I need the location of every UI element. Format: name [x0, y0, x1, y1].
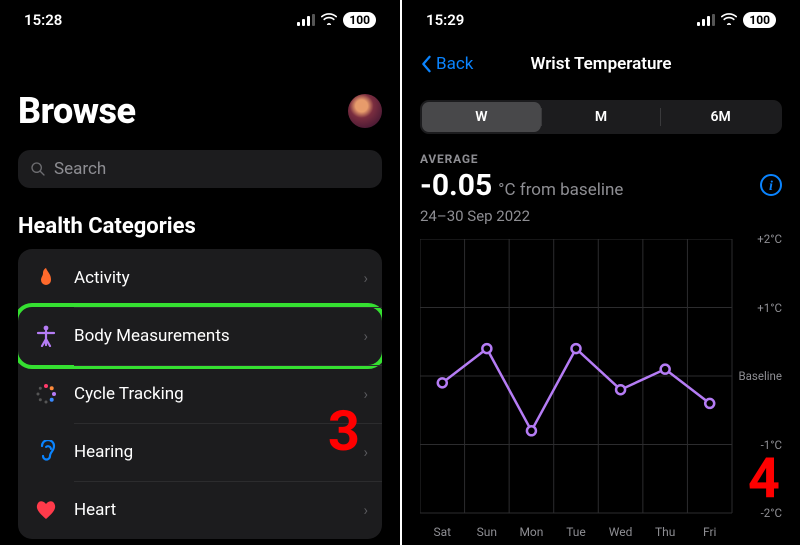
- x-axis-tick: Sun: [477, 525, 497, 539]
- category-label: Heart: [74, 500, 363, 520]
- x-axis-tick: Thu: [655, 525, 675, 539]
- average-unit: °C from baseline: [498, 180, 623, 200]
- category-label: Hearing: [74, 442, 363, 462]
- x-axis-tick: Tue: [566, 525, 586, 539]
- status-right: 100: [297, 11, 376, 29]
- battery-indicator: 100: [343, 12, 376, 28]
- nav-title: Wrist Temperature: [530, 54, 671, 74]
- status-time: 15:28: [24, 11, 62, 29]
- back-label: Back: [436, 54, 473, 74]
- signal-icon: [297, 14, 315, 26]
- profile-avatar[interactable]: [348, 94, 382, 128]
- time-range-segmented-control[interactable]: W M 6M: [420, 100, 782, 134]
- page-title: Browse: [18, 90, 136, 132]
- wifi-icon: [321, 11, 337, 29]
- chevron-right-icon: ›: [363, 443, 368, 461]
- chevron-right-icon: ›: [363, 327, 368, 345]
- svg-text:i: i: [769, 179, 773, 194]
- flame-icon: [32, 267, 60, 289]
- ear-icon: [32, 440, 60, 464]
- browse-screen: 15:28 100 Browse Search Health Categorie…: [0, 0, 400, 545]
- temperature-chart[interactable]: +2°C+1°CBaseline-1°C-2°CSatSunMonTueWedT…: [420, 239, 782, 539]
- y-axis-tick: +1°C: [757, 301, 782, 315]
- average-value: -0.05: [420, 168, 492, 203]
- x-axis-tick: Wed: [609, 525, 633, 539]
- x-axis-tick: Mon: [519, 525, 543, 539]
- segment-week[interactable]: W: [422, 102, 541, 132]
- category-list: Activity › Body Measurements ›: [18, 249, 382, 539]
- category-heart[interactable]: Heart ›: [18, 481, 382, 539]
- average-label: AVERAGE: [420, 152, 782, 166]
- wrist-temperature-screen: 15:29 100 Back Wrist Temperature W M 6M …: [400, 0, 800, 545]
- category-body-measurements[interactable]: Body Measurements ›: [18, 307, 382, 365]
- x-axis-tick: Sat: [433, 525, 451, 539]
- search-placeholder: Search: [54, 159, 106, 179]
- signal-icon: [697, 14, 715, 26]
- search-input[interactable]: Search: [18, 150, 382, 188]
- segment-month[interactable]: M: [542, 102, 661, 132]
- average-summary: AVERAGE -0.05 °C from baseline 24–30 Sep…: [420, 152, 782, 225]
- annotation-step-number: 4: [748, 445, 780, 511]
- body-icon: [32, 325, 60, 347]
- x-axis-tick: Fri: [703, 525, 716, 539]
- back-button[interactable]: Back: [420, 54, 473, 74]
- date-range: 24–30 Sep 2022: [420, 207, 782, 225]
- info-button[interactable]: i: [760, 174, 782, 196]
- status-time: 15:29: [426, 11, 464, 29]
- annotation-step-number: 3: [328, 398, 360, 464]
- cycle-icon: [32, 383, 60, 405]
- segment-six-months[interactable]: 6M: [661, 102, 780, 132]
- status-right: 100: [697, 11, 776, 29]
- search-icon: [30, 161, 46, 177]
- category-label: Cycle Tracking: [74, 384, 363, 404]
- y-axis-tick: +2°C: [757, 232, 782, 246]
- heart-icon: [32, 500, 60, 520]
- wifi-icon: [721, 11, 737, 29]
- chevron-right-icon: ›: [363, 269, 368, 287]
- section-title: Health Categories: [18, 214, 382, 239]
- status-bar: 15:28 100: [18, 0, 382, 40]
- chevron-left-icon: [420, 55, 432, 73]
- status-bar: 15:29 100: [420, 0, 782, 40]
- category-activity[interactable]: Activity ›: [18, 249, 382, 307]
- y-axis-tick: Baseline: [739, 369, 783, 383]
- battery-indicator: 100: [743, 12, 776, 28]
- chevron-right-icon: ›: [363, 385, 368, 403]
- chevron-right-icon: ›: [363, 501, 368, 519]
- nav-bar: Back Wrist Temperature: [420, 42, 782, 86]
- category-label: Body Measurements: [74, 326, 363, 346]
- category-label: Activity: [74, 268, 363, 288]
- info-icon: i: [760, 174, 782, 196]
